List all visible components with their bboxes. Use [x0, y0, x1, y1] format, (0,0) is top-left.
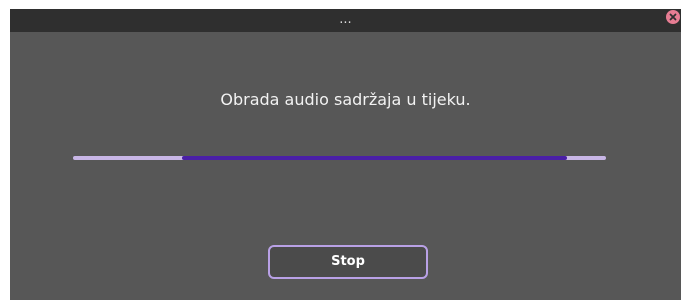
status-message: Obrada audio sadržaja u tijeku. — [220, 90, 471, 109]
close-icon — [669, 13, 677, 21]
window-title: ... — [339, 12, 352, 27]
close-button[interactable] — [666, 10, 680, 24]
progress-dialog: ... Obrada audio sadržaja u tijeku. Stop — [10, 9, 681, 300]
progress-bar-fill — [182, 156, 567, 160]
title-bar[interactable]: ... — [10, 9, 681, 32]
progress-bar — [73, 156, 606, 160]
stop-button[interactable]: Stop — [268, 245, 428, 279]
